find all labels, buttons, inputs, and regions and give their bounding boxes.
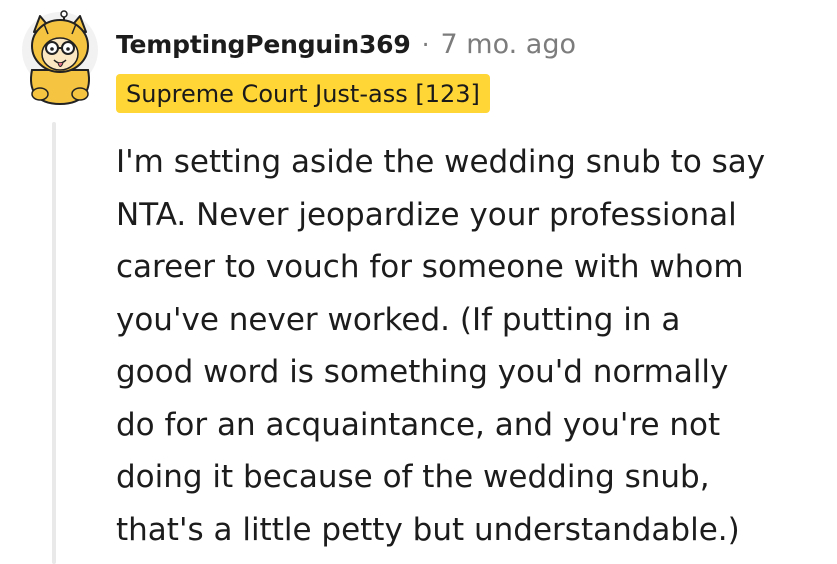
author-username[interactable]: TemptingPenguin369	[116, 30, 411, 59]
comment-text-line: career to vouch for someone with whom	[116, 249, 744, 285]
comment-text-line: that's a little petty but understandable…	[116, 511, 740, 548]
comment-text-line: NTA. Never jeopardize your professional	[116, 196, 737, 233]
comment-text-line: I'm setting aside the wedding snub to sa…	[116, 144, 766, 180]
comment-text-line: you've never worked. (If putting in a	[116, 301, 681, 338]
avatar-icon	[22, 10, 98, 106]
avatar[interactable]	[20, 10, 100, 106]
comment-text-line: doing it because of the wedding snub,	[116, 459, 710, 495]
comment-meta: TemptingPenguin369 · 7 mo. ago	[116, 24, 576, 64]
comment-body: I'm setting aside the wedding snub to sa…	[116, 136, 821, 556]
thread-line[interactable]	[52, 122, 56, 564]
comment-text-line: good word is something you'd normally	[116, 354, 729, 390]
user-flair-badge: Supreme Court Just-ass [123]	[116, 74, 490, 113]
comment-timestamp[interactable]: 7 mo. ago	[441, 29, 576, 60]
comment-text-line: do for an acquaintance, and you're not	[116, 406, 721, 443]
meta-separator: ·	[421, 29, 430, 59]
